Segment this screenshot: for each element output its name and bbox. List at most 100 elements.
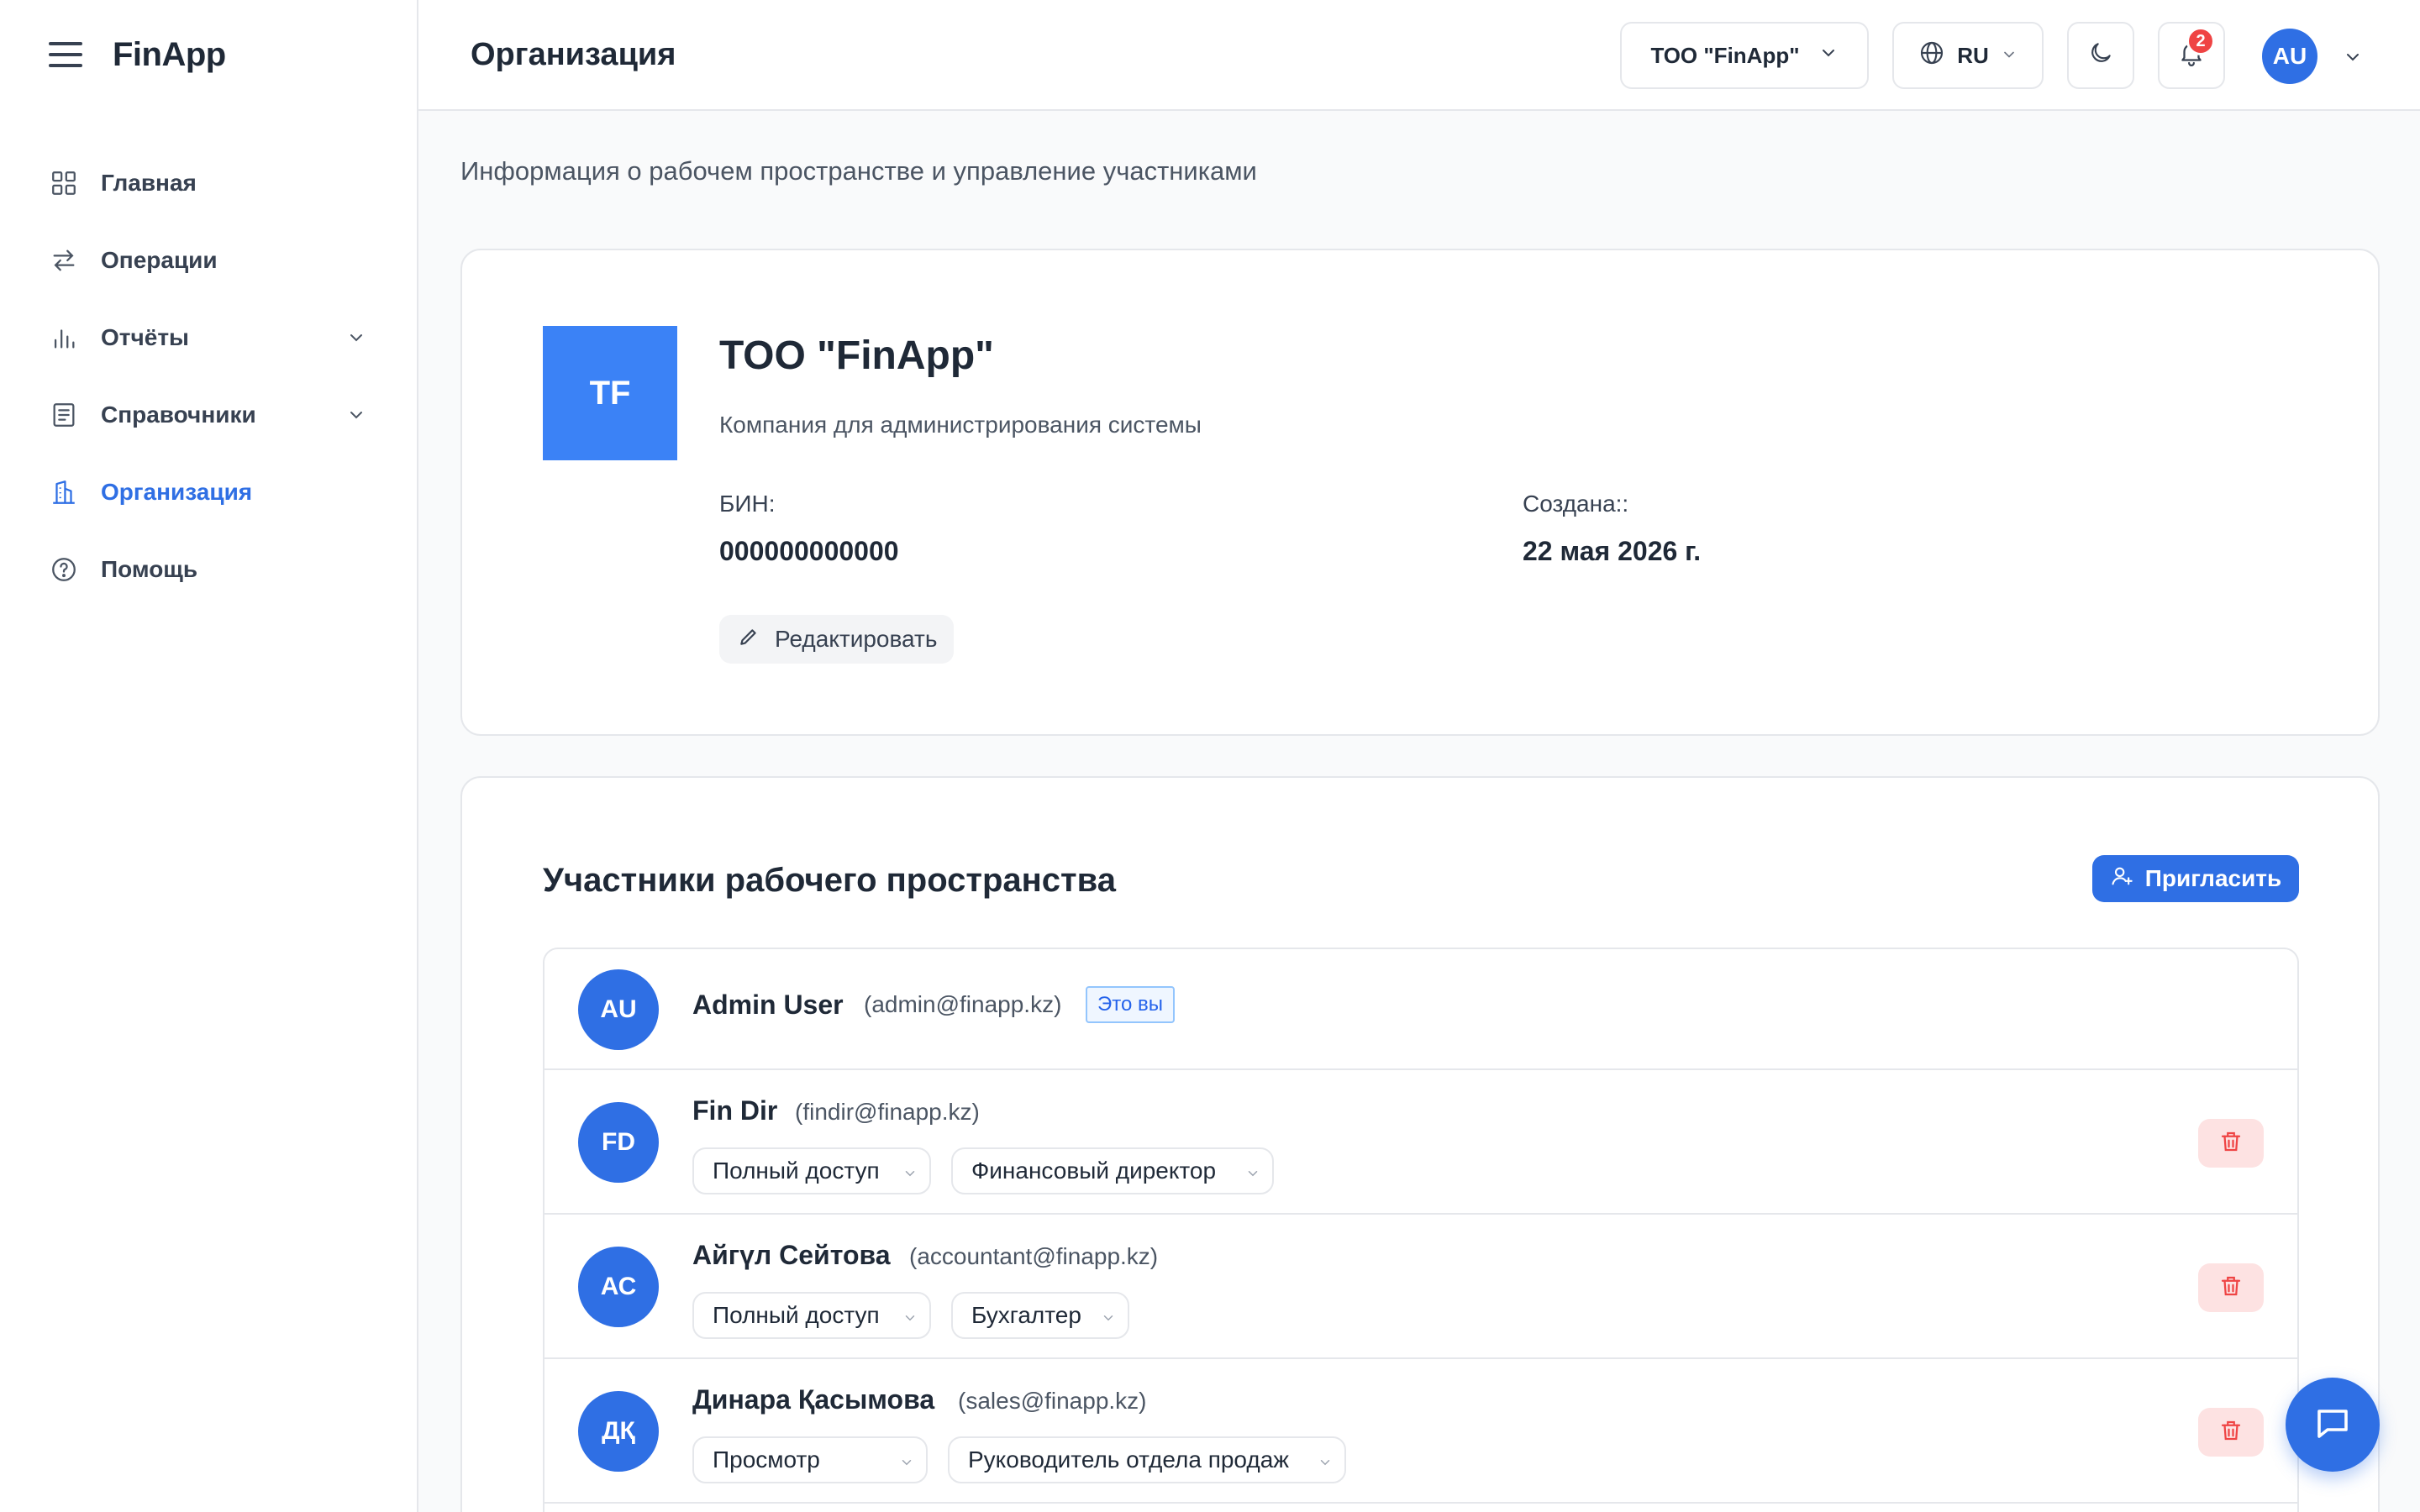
edit-organization-label: Редактировать <box>775 626 938 652</box>
member-row: AU Admin User (admin@finapp.kz) Это вы <box>544 949 2297 1070</box>
member-avatar: АС <box>578 1247 659 1327</box>
user-avatar[interactable]: AU <box>2262 29 2317 84</box>
chevron-down-icon <box>1248 1171 1258 1177</box>
sidebar-item-help[interactable]: Помощь <box>0 531 417 608</box>
member-email: (sales@finapp.kz) <box>958 1388 1147 1414</box>
members-card: Участники рабочего пространства Пригласи… <box>460 776 2380 1512</box>
member-row: ДҚ Динара Қасымова (sales@finapp.kz) Про… <box>544 1359 2297 1504</box>
member-email: (findir@finapp.kz) <box>795 1099 980 1125</box>
trash-icon <box>2218 1418 2244 1447</box>
notifications-badge: 2 <box>2186 27 2215 55</box>
delete-member-button[interactable] <box>2198 1408 2264 1457</box>
access-level-select[interactable]: Полный доступ <box>692 1147 931 1194</box>
sidebar-header: FinApp <box>0 0 417 109</box>
arrows-swap-icon <box>49 245 79 276</box>
member-row: АС Айгүл Сейтова (accountant@finapp.kz) … <box>544 1215 2297 1359</box>
invite-label: Пригласить <box>2144 865 2282 891</box>
trash-icon <box>2218 1129 2244 1158</box>
sidebar-item-directories[interactable]: Справочники <box>0 376 417 454</box>
access-level-value: Полный доступ <box>713 1158 880 1184</box>
current-user-tag: Это вы <box>1086 986 1175 1023</box>
access-level-select[interactable]: Полный доступ <box>692 1292 931 1339</box>
brand-logo: FinApp <box>113 35 226 73</box>
bin-value: 000000000000 <box>719 536 899 566</box>
role-value: Руководитель отдела продаж <box>968 1446 1290 1473</box>
chevron-down-icon[interactable] <box>346 328 366 352</box>
page-title: Организация <box>471 37 676 72</box>
delete-member-button[interactable] <box>2198 1119 2264 1168</box>
help-circle-icon <box>49 554 79 585</box>
role-value: Бухгалтер <box>971 1302 1081 1328</box>
language-label: RU <box>1957 42 1989 68</box>
sidebar-item-label: Отчёты <box>101 324 189 350</box>
created-value: 22 мая 2026 г. <box>1523 536 1702 566</box>
member-email: (accountant@finapp.kz) <box>909 1243 1159 1269</box>
sidebar-nav: Главная Операции Отчёты Справочники Орга… <box>0 144 417 608</box>
organization-card: TF ТОО "FinApp" Компания для администрир… <box>460 249 2380 736</box>
organization-logo: TF <box>543 326 677 460</box>
sidebar-item-label: Главная <box>101 170 197 196</box>
top-header: Организация ТОО "FinApp" RU 2 AU <box>418 0 2420 111</box>
organization-selector-label: ТОО "FinApp" <box>1650 42 1800 68</box>
menu-icon[interactable] <box>49 42 82 67</box>
chat-button[interactable] <box>2286 1378 2380 1472</box>
role-select[interactable]: Финансовый директор <box>951 1147 1274 1194</box>
notifications-button[interactable]: 2 <box>2158 22 2225 89</box>
pencil-icon <box>738 626 775 654</box>
user-plus-icon <box>2110 864 2145 894</box>
sidebar-item-reports[interactable]: Отчёты <box>0 299 417 376</box>
chevron-down-icon[interactable] <box>346 405 366 429</box>
access-level-value: Просмотр <box>713 1446 820 1473</box>
access-level-select[interactable]: Просмотр <box>692 1436 928 1483</box>
sidebar-item-label: Операции <box>101 247 218 273</box>
member-row: FD Fin Dir (findir@finapp.kz) Полный дос… <box>544 1070 2297 1215</box>
member-avatar: AU <box>578 969 659 1050</box>
member-name: Fin Dir <box>692 1095 778 1126</box>
book-icon <box>49 400 79 430</box>
bar-chart-icon <box>49 323 79 353</box>
building-icon <box>49 477 79 507</box>
sidebar-item-home[interactable]: Главная <box>0 144 417 222</box>
sidebar-item-label: Организация <box>101 479 253 505</box>
sidebar-item-organization[interactable]: Организация <box>0 454 417 531</box>
member-avatar: FD <box>578 1102 659 1183</box>
role-select[interactable]: Бухгалтер <box>951 1292 1129 1339</box>
chevron-down-icon <box>1818 43 1839 69</box>
sidebar-item-operations[interactable]: Операции <box>0 222 417 299</box>
organization-description: Компания для администрирования системы <box>719 412 1202 438</box>
organization-selector[interactable]: ТОО "FinApp" <box>1620 22 1869 89</box>
chat-bubble-icon <box>2312 1403 2353 1447</box>
language-selector[interactable]: RU <box>1892 22 2044 89</box>
delete-member-button[interactable] <box>2198 1263 2264 1312</box>
sidebar: FinApp Главная Операции Отчёты Справочни… <box>0 0 418 1512</box>
created-label: Создана:: <box>1523 491 1629 517</box>
members-list: AU Admin User (admin@finapp.kz) Это вы F… <box>543 948 2299 1512</box>
grid-icon <box>49 168 79 198</box>
theme-toggle-button[interactable] <box>2067 22 2134 89</box>
sidebar-item-label: Помощь <box>101 556 198 582</box>
role-select[interactable]: Руководитель отдела продаж <box>948 1436 1346 1483</box>
chevron-down-icon[interactable] <box>2343 47 2363 71</box>
moon-icon <box>2087 39 2114 72</box>
globe-icon <box>1918 39 1945 72</box>
trash-icon <box>2218 1273 2244 1303</box>
chevron-down-icon <box>2001 43 2018 69</box>
page-subtitle: Информация о рабочем пространстве и упра… <box>460 156 1257 186</box>
chevron-down-icon <box>905 1315 915 1321</box>
member-name: Айгүл Сейтова <box>692 1240 891 1270</box>
chevron-down-icon <box>902 1460 912 1466</box>
members-title: Участники рабочего пространства <box>543 862 1116 899</box>
chevron-down-icon <box>905 1171 915 1177</box>
organization-name: ТОО "FinApp" <box>719 333 994 378</box>
access-level-value: Полный доступ <box>713 1302 880 1328</box>
role-value: Финансовый директор <box>971 1158 1217 1184</box>
edit-organization-button[interactable]: Редактировать <box>719 615 955 664</box>
chevron-down-icon <box>1103 1315 1113 1321</box>
member-name: Динара Қасымова <box>692 1384 935 1415</box>
invite-button[interactable]: Пригласить <box>2092 855 2299 902</box>
member-email: (admin@finapp.kz) <box>864 991 1062 1017</box>
member-name: Admin User <box>692 990 844 1020</box>
member-avatar: ДҚ <box>578 1391 659 1472</box>
chevron-down-icon <box>1320 1460 1330 1466</box>
bin-label: БИН: <box>719 491 776 517</box>
